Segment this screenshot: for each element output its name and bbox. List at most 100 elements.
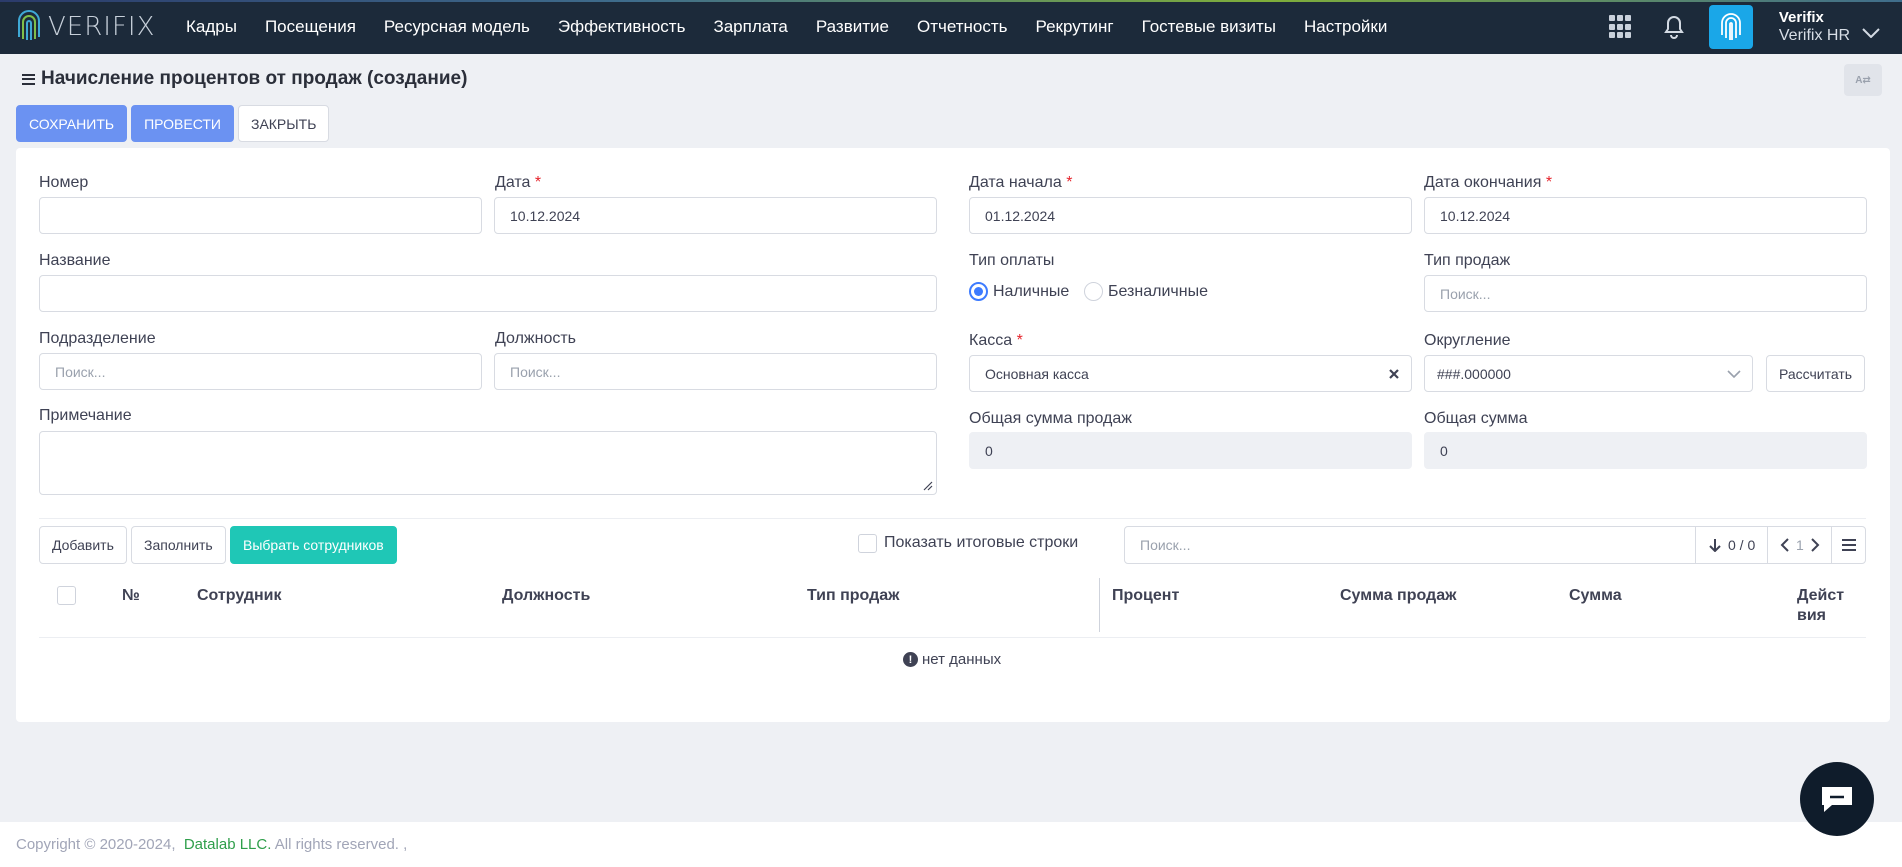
note-textarea[interactable]	[39, 431, 937, 495]
logo-text: VERIFIX	[48, 12, 156, 42]
nav-item-efficiency[interactable]: Эффективность	[558, 17, 686, 37]
chat-icon	[1822, 787, 1852, 812]
footer-text: Copyright © 2020-2024, Datalab LLC. All …	[16, 836, 407, 853]
main-nav: Кадры Посещения Ресурсная модель Эффекти…	[186, 17, 1415, 37]
nav-item-attendance[interactable]: Посещения	[265, 17, 356, 37]
division-label: Подразделение	[39, 330, 156, 347]
footer-copyright: Copyright © 2020-2024,	[16, 836, 176, 853]
name-label: Название	[39, 252, 111, 269]
date-input[interactable]: 10.12.2024	[494, 197, 937, 234]
grid-search-input[interactable]: Поиск...	[1124, 526, 1696, 564]
list-menu-icon	[1841, 539, 1856, 551]
sort-count[interactable]: 0 / 0	[1695, 526, 1768, 564]
nav-item-guest-visits[interactable]: Гостевые визиты	[1142, 17, 1276, 37]
logo[interactable]: VERIFIX	[14, 7, 164, 47]
exclamation-icon: !	[903, 652, 918, 667]
start-date-input[interactable]: 01.12.2024	[969, 197, 1412, 234]
total-value: 0	[1424, 432, 1867, 469]
rounding-select[interactable]: ###.000000	[1424, 355, 1753, 392]
cashbox-label: Касса *	[969, 332, 1023, 349]
page-number: 1	[1796, 537, 1804, 553]
end-date-label: Дата окончания *	[1424, 174, 1553, 191]
sales-type-input[interactable]: Поиск...	[1424, 275, 1867, 312]
sales-type-label: Тип продаж	[1424, 252, 1511, 269]
col-number[interactable]: №	[122, 586, 140, 606]
chevron-down-icon	[1862, 28, 1880, 38]
avatar[interactable]	[1708, 5, 1753, 49]
pagination: 1	[1767, 526, 1832, 564]
chevron-left-icon[interactable]	[1780, 538, 1790, 552]
total-label: Общая сумма	[1424, 410, 1528, 427]
cashbox-select[interactable]: Основная касса	[969, 355, 1412, 392]
close-button[interactable]: ЗАКРЫТЬ	[237, 105, 330, 142]
user-company: Verifix HR	[1778, 27, 1850, 44]
position-input[interactable]: Поиск...	[494, 353, 937, 390]
radio-cash[interactable]: Наличные	[969, 282, 1069, 301]
row-count: 0 / 0	[1728, 537, 1756, 553]
col-sales-type[interactable]: Тип продаж	[807, 586, 900, 606]
nav-item-resource-model[interactable]: Ресурсная модель	[384, 17, 530, 37]
total-sales-label: Общая сумма продаж	[969, 410, 1132, 427]
chevron-down-icon	[1727, 369, 1741, 378]
number-label: Номер	[39, 174, 89, 191]
action-toolbar: СОХРАНИТЬ ПРОВЕСТИ ЗАКРЫТЬ	[16, 105, 330, 142]
empty-text: нет данных	[922, 651, 1002, 668]
user-name: Verifix	[1778, 9, 1824, 26]
show-totals-label[interactable]: Показать итоговые строки	[884, 534, 1078, 552]
nav-item-salary[interactable]: Зарплата	[713, 17, 787, 37]
col-position[interactable]: Должность	[502, 586, 590, 606]
resize-handle-icon[interactable]	[923, 481, 933, 491]
menu-icon[interactable]	[22, 73, 35, 85]
end-date-input[interactable]: 10.12.2024	[1424, 197, 1867, 234]
col-employee[interactable]: Сотрудник	[197, 586, 282, 606]
nav-item-development[interactable]: Развитие	[816, 17, 889, 37]
start-date-label: Дата начала *	[969, 174, 1073, 191]
fill-button[interactable]: Заполнить	[131, 526, 226, 564]
nav-item-reports[interactable]: Отчетность	[917, 17, 1008, 37]
radio-noncash-dot[interactable]	[1084, 282, 1103, 301]
nav-item-recruiting[interactable]: Рекрутинг	[1036, 17, 1114, 37]
col-percent[interactable]: Процент	[1112, 586, 1179, 606]
empty-state: ! нет данных	[903, 651, 1001, 668]
division-input[interactable]: Поиск...	[39, 353, 482, 390]
columns-menu[interactable]	[1831, 526, 1866, 564]
name-input[interactable]	[39, 275, 937, 312]
calculate-button[interactable]: Рассчитать	[1766, 355, 1866, 392]
radio-noncash[interactable]: Безналичные	[1084, 282, 1208, 301]
col-amount[interactable]: Сумма	[1569, 586, 1622, 606]
translate-icon[interactable]: A⇄	[1844, 64, 1882, 96]
radio-noncash-label: Безналичные	[1108, 282, 1208, 300]
column-separator[interactable]	[1099, 578, 1100, 632]
chat-button[interactable]	[1800, 762, 1874, 836]
nav-item-kadry[interactable]: Кадры	[186, 17, 237, 37]
footer-rights: All rights reserved. ,	[274, 836, 408, 853]
number-input[interactable]	[39, 197, 482, 234]
select-all-checkbox[interactable]	[57, 586, 76, 605]
fingerprint-icon	[1720, 13, 1741, 40]
nav-item-settings[interactable]: Настройки	[1304, 17, 1387, 37]
position-label: Должность	[495, 330, 576, 347]
chevron-right-icon[interactable]	[1810, 538, 1820, 552]
radio-cash-dot[interactable]	[969, 282, 988, 301]
clear-icon[interactable]	[1389, 368, 1399, 379]
payment-type-label: Тип оплаты	[969, 252, 1055, 269]
rounding-value: ###.000000	[1437, 365, 1511, 382]
post-button[interactable]: ПРОВЕСТИ	[131, 105, 234, 142]
user-menu[interactable]: Verifix Verifix HR	[1779, 9, 1902, 45]
top-navbar: VERIFIX Кадры Посещения Ресурсная модель…	[0, 0, 1902, 54]
total-sales-value: 0	[969, 432, 1412, 469]
footer-company-link[interactable]: Datalab LLC.	[184, 836, 272, 853]
col-sales-amount[interactable]: Сумма продаж	[1340, 586, 1456, 606]
add-button[interactable]: Добавить	[39, 526, 127, 564]
apps-grid-icon[interactable]	[1608, 15, 1633, 39]
save-button[interactable]: СОХРАНИТЬ	[16, 105, 128, 142]
cashbox-value: Основная касса	[985, 365, 1089, 382]
radio-cash-label: Наличные	[993, 282, 1070, 300]
select-employees-button[interactable]: Выбрать сотрудников	[230, 526, 397, 564]
arrow-down-icon	[1709, 539, 1721, 552]
rounding-label: Округление	[1424, 332, 1511, 349]
bell-icon[interactable]	[1663, 15, 1685, 39]
top-right-area: Verifix Verifix HR	[1608, 0, 1902, 54]
page-title: Начисление процентов от продаж (создание…	[41, 68, 468, 89]
show-totals-checkbox[interactable]	[858, 534, 877, 553]
